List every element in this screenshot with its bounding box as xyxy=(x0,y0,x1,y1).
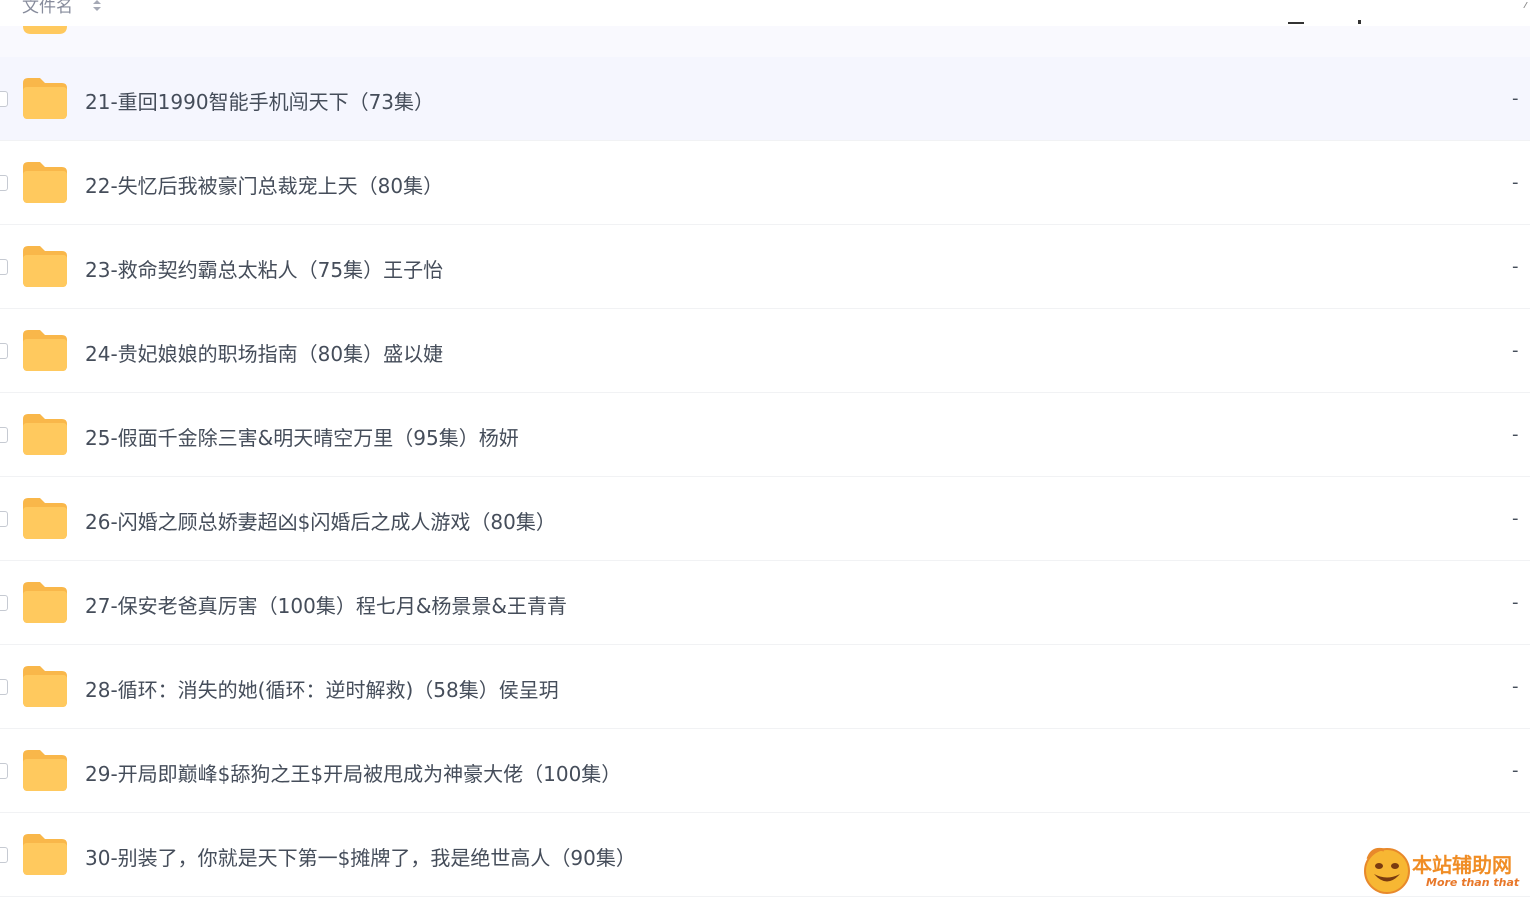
file-row[interactable]: 27-保安老爸真厉害（100集）程七月&杨景景&王青青 - xyxy=(0,561,1530,645)
row-checkbox[interactable] xyxy=(0,847,8,863)
file-row[interactable]: 24-贵妃娘娘的职场指南（80集）盛以婕 - xyxy=(0,309,1530,393)
file-row[interactable]: 23-救命契约霸总太粘人（75集）王子怡 - xyxy=(0,225,1530,309)
file-size: - xyxy=(1512,256,1519,277)
row-checkbox[interactable] xyxy=(0,595,8,611)
file-size: - xyxy=(1512,760,1519,781)
filename-column-header[interactable]: 文件名 xyxy=(22,0,73,17)
folder-icon xyxy=(23,666,67,707)
row-checkbox[interactable] xyxy=(0,259,8,275)
header-divider xyxy=(1288,22,1304,24)
file-size: - xyxy=(1512,424,1519,445)
file-row[interactable]: 22-失忆后我被豪门总裁宠上天（80集） - xyxy=(0,141,1530,225)
file-name[interactable]: 28-循环：消失的她(循环：逆时解救)（58集）侯呈玥 xyxy=(85,674,559,703)
header-divider xyxy=(1358,20,1361,24)
folder-icon xyxy=(23,498,67,539)
folder-icon xyxy=(23,834,67,875)
row-checkbox[interactable] xyxy=(0,679,8,695)
folder-icon xyxy=(23,414,67,455)
file-name[interactable]: 24-贵妃娘娘的职场指南（80集）盛以婕 xyxy=(85,338,443,367)
file-size: - xyxy=(1512,172,1519,193)
file-name[interactable]: 27-保安老爸真厉害（100集）程七月&杨景景&王青青 xyxy=(85,590,567,619)
file-size: - xyxy=(1512,340,1519,361)
row-checkbox[interactable] xyxy=(0,427,8,443)
file-size: - xyxy=(1512,676,1519,697)
watermark-title: 本站辅助网 xyxy=(1412,853,1512,877)
folder-icon xyxy=(23,330,67,371)
header-divider xyxy=(1523,2,1530,8)
folder-icon xyxy=(23,78,67,119)
folder-icon xyxy=(23,246,67,287)
watermark-subtitle: More than that xyxy=(1426,876,1520,889)
file-name[interactable]: 22-失忆后我被豪门总裁宠上天（80集） xyxy=(85,170,443,199)
site-watermark: 本站辅助网 More than that xyxy=(1360,843,1530,898)
file-size: - xyxy=(1512,592,1519,613)
file-name[interactable]: 30-别装了，你就是天下第一$摊牌了，我是绝世高人（90集） xyxy=(85,842,636,871)
row-checkbox[interactable] xyxy=(0,175,8,191)
file-row[interactable]: 30-别装了，你就是天下第一$摊牌了，我是绝世高人（90集） xyxy=(0,813,1530,897)
list-header: 文件名 xyxy=(0,0,1530,26)
file-name[interactable]: 21-重回1990智能手机闯天下（73集） xyxy=(85,86,434,115)
sort-icon[interactable] xyxy=(92,0,102,12)
smiley-face-icon xyxy=(1364,847,1410,894)
file-row[interactable]: 28-循环：消失的她(循环：逆时解救)（58集）侯呈玥 - xyxy=(0,645,1530,729)
file-row[interactable]: 26-闪婚之顾总娇妻超凶$闪婚后之成人游戏（80集） - xyxy=(0,477,1530,561)
folder-icon xyxy=(23,750,67,791)
file-name[interactable]: 29-开局即巅峰$舔狗之王$开局被甩成为神豪大佬（100集） xyxy=(85,758,621,787)
row-checkbox[interactable] xyxy=(0,511,8,527)
file-size: - xyxy=(1512,508,1519,529)
folder-icon xyxy=(23,582,67,623)
file-row[interactable]: 25-假面千金除三害&明天晴空万里（95集）杨妍 - xyxy=(0,393,1530,477)
row-checkbox[interactable] xyxy=(0,763,8,779)
file-size: - xyxy=(1512,88,1519,109)
file-name[interactable]: 25-假面千金除三害&明天晴空万里（95集）杨妍 xyxy=(85,422,519,451)
folder-icon xyxy=(23,162,67,203)
file-row[interactable]: 29-开局即巅峰$舔狗之王$开局被甩成为神豪大佬（100集） - xyxy=(0,729,1530,813)
row-checkbox[interactable] xyxy=(0,343,8,359)
row-checkbox[interactable] xyxy=(0,91,8,107)
file-row[interactable]: 21-重回1990智能手机闯天下（73集） - xyxy=(0,57,1530,141)
file-name[interactable]: 26-闪婚之顾总娇妻超凶$闪婚后之成人游戏（80集） xyxy=(85,506,556,535)
file-name[interactable]: 23-救命契约霸总太粘人（75集）王子怡 xyxy=(85,254,443,283)
